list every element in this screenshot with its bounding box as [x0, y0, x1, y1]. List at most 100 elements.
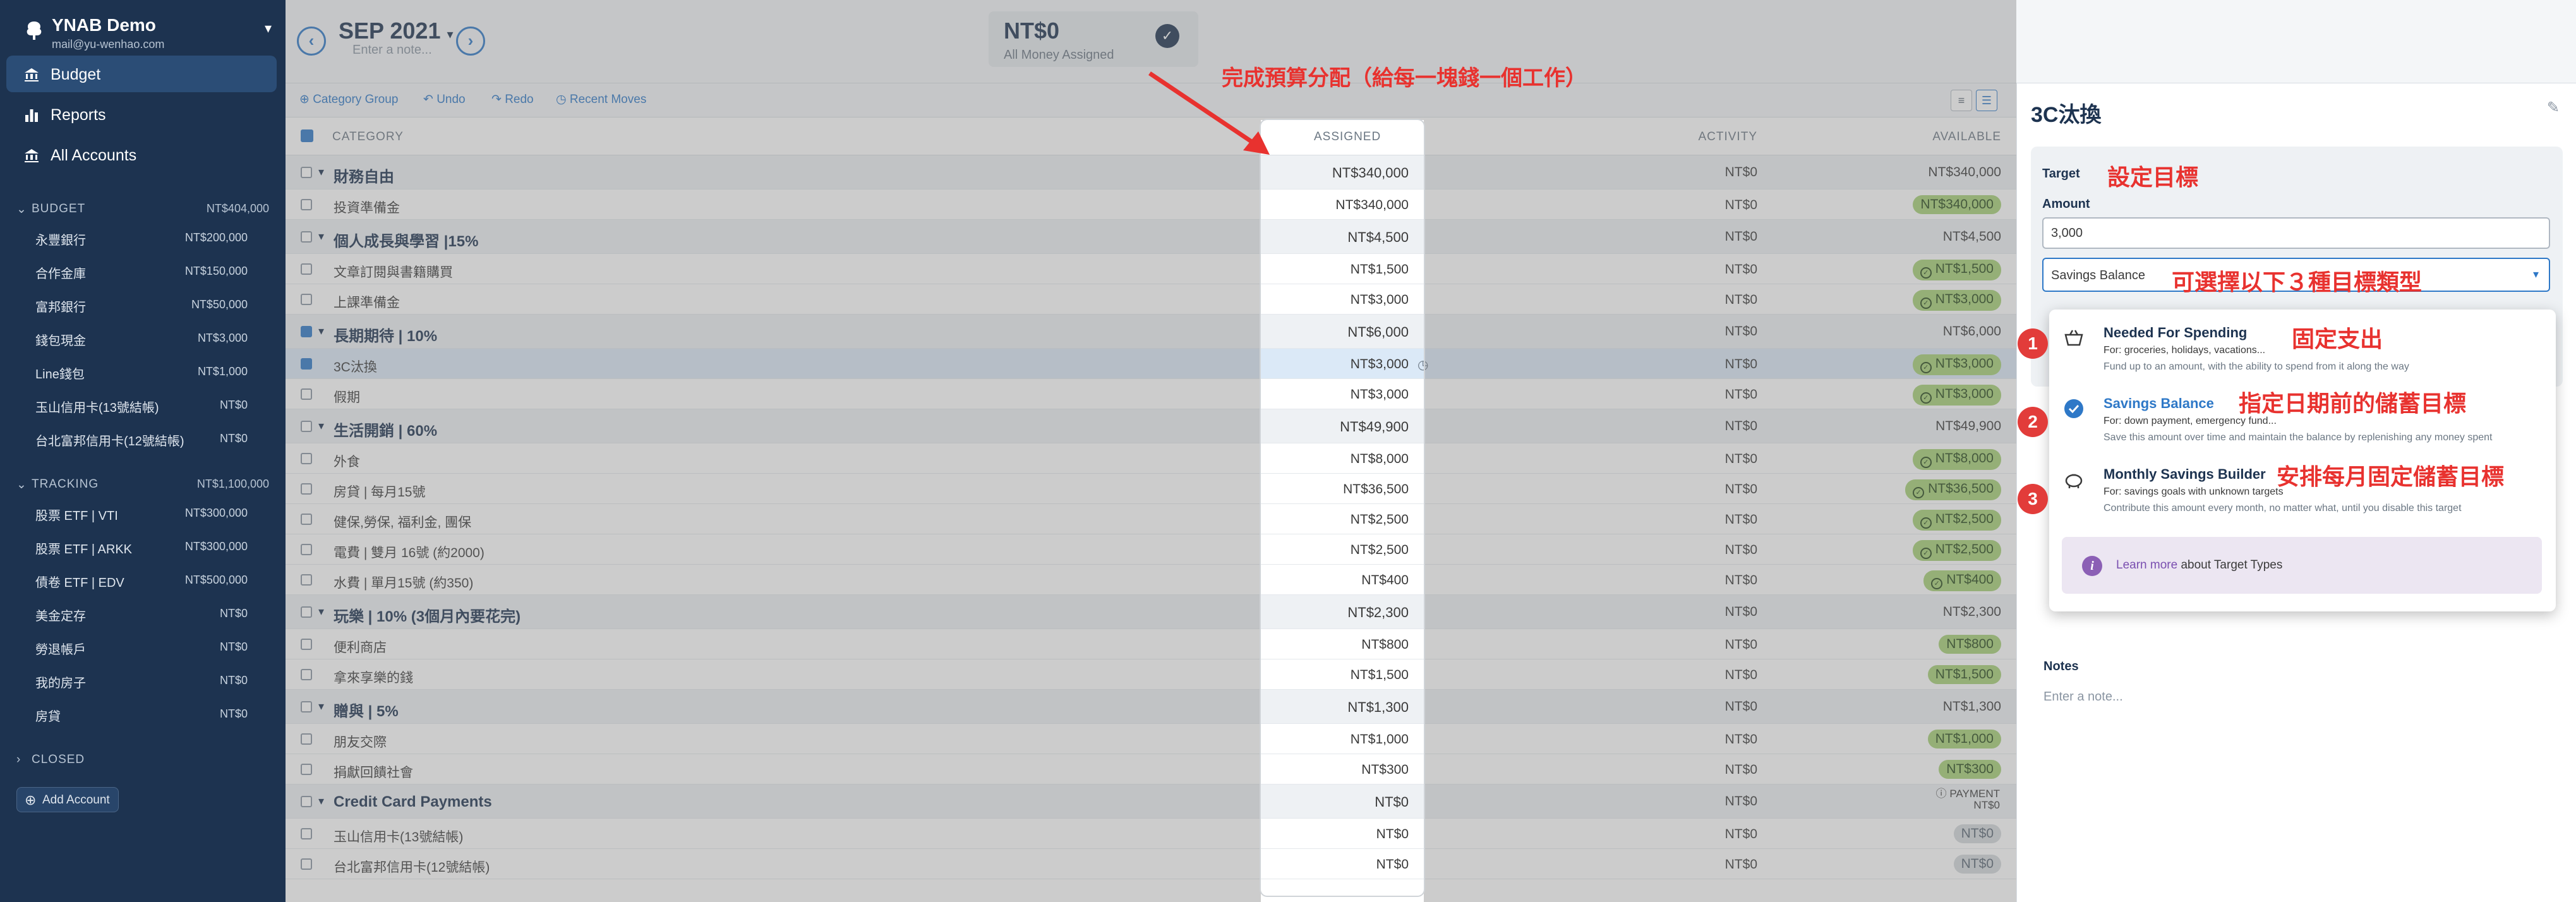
section-total: NT$404,000 [206, 202, 269, 215]
assigned-amount[interactable]: NT$6,000 [1263, 324, 1409, 340]
nav-label: Budget [51, 66, 101, 83]
tracking-section-header[interactable]: ⌄ TRACKING NT$1,100,000 [16, 478, 269, 496]
account-balance: NT$200,000 [184, 231, 248, 244]
account-item[interactable]: 錢包現金 NT$3,000 [35, 330, 248, 351]
account-name: 股票 ETF | VTI [35, 509, 118, 523]
assigned-amount[interactable]: NT$0 [1263, 857, 1409, 872]
assigned-amount[interactable]: NT$8,000 [1263, 452, 1409, 467]
add-account-button[interactable]: ⊕ Add Account [16, 787, 119, 812]
account-balance: NT$500,000 [184, 574, 248, 586]
account-balance: NT$0 [219, 640, 248, 653]
learn-more-link[interactable]: Learn more [2116, 558, 2177, 572]
account-item[interactable]: 債卷 ETF | EDV NT$500,000 [35, 572, 248, 592]
assigned-amount[interactable]: NT$1,500 [1263, 262, 1409, 277]
assigned-amount[interactable]: NT$1,000 [1263, 732, 1409, 747]
account-balance: NT$0 [219, 674, 248, 687]
pencil-icon[interactable]: ✎ [2547, 99, 2560, 117]
assigned-amount[interactable]: NT$36,500 [1263, 482, 1409, 497]
section-total: NT$1,100,000 [196, 478, 269, 490]
annotation-savings-by-date: 指定日期前的儲蓄目標 [2239, 391, 2467, 417]
assigned-amount[interactable]: NT$3,000 [1263, 357, 1409, 372]
account-item[interactable]: 勞退帳戶 NT$0 [35, 639, 248, 659]
chevron-down-icon: ⌄ [16, 203, 27, 216]
assigned-amount[interactable]: NT$340,000 [1263, 165, 1409, 181]
account-name: 富邦銀行 [35, 301, 86, 315]
option-title: Needed For Spending [2104, 325, 2248, 340]
assigned-amount[interactable]: NT$2,500 [1263, 543, 1409, 558]
account-name: 合作金庫 [35, 267, 86, 281]
target-amount-input[interactable] [2042, 217, 2550, 249]
bank-icon [25, 68, 39, 81]
assigned-amount[interactable]: NT$1,500 [1263, 668, 1409, 683]
account-name: 我的房子 [35, 676, 86, 690]
learn-more-banner: i Learn more about Target Types [2062, 537, 2542, 594]
account-item[interactable]: 台北富邦信用卡(12號結帳) NT$0 [35, 431, 248, 451]
nav-budget[interactable]: Budget [6, 56, 277, 92]
account-item[interactable]: 美金定存 NT$0 [35, 606, 248, 626]
section-title: BUDGET [32, 202, 86, 215]
account-name: 永豐銀行 [35, 234, 86, 248]
assigned-amount[interactable]: NT$400 [1263, 573, 1409, 588]
account-balance: NT$0 [219, 707, 248, 720]
assigned-amount[interactable]: NT$0 [1263, 794, 1409, 810]
add-account-label: Add Account [42, 793, 110, 807]
sidebar: YNAB Demo mail@yu-wenhao.com ▾ Budget Re… [0, 0, 286, 902]
assigned-amount[interactable]: NT$3,000 [1263, 387, 1409, 402]
nav-reports[interactable]: Reports [6, 96, 277, 133]
col-assigned: ASSIGNED [1314, 130, 1381, 143]
account-item[interactable]: 富邦銀行 NT$50,000 [35, 297, 248, 317]
assigned-amount[interactable]: NT$1,300 [1263, 699, 1409, 716]
notes-input[interactable]: Enter a note... [2043, 690, 2123, 704]
account-item[interactable]: 合作金庫 NT$150,000 [35, 263, 248, 284]
account-balance: NT$3,000 [197, 332, 248, 344]
account-item[interactable]: 房貸 NT$0 [35, 706, 248, 726]
assigned-amount[interactable]: NT$340,000 [1263, 198, 1409, 213]
option-for: For: savings goals with unknown targets [2104, 486, 2284, 497]
account-item[interactable]: 股票 ETF | ARKK NT$300,000 [35, 539, 248, 559]
annotation-fixed-spending: 固定支出 [2292, 327, 2383, 352]
assigned-amount[interactable]: NT$2,500 [1263, 512, 1409, 527]
bank-icon [25, 149, 39, 162]
assigned-amount[interactable]: NT$4,500 [1263, 229, 1409, 246]
chevron-down-icon: ⌄ [16, 478, 27, 491]
assigned-amount[interactable]: NT$3,000 [1263, 292, 1409, 308]
account-name: 美金定存 [35, 610, 86, 623]
assigned-amount[interactable]: NT$2,300 [1263, 604, 1409, 621]
option-desc: Save this amount over time and maintain … [2104, 432, 2493, 443]
tree-logo-icon [27, 21, 42, 40]
annotation-monthly-fixed: 安排每月固定儲蓄目標 [2277, 464, 2505, 490]
account-name: 債卷 ETF | EDV [35, 576, 124, 590]
assigned-amount[interactable]: NT$300 [1263, 762, 1409, 778]
dim-overlay [1261, 0, 1424, 120]
nav-label: Reports [51, 106, 106, 124]
badge-2: 2 [2018, 407, 2048, 437]
chevron-down-icon[interactable]: ▾ [265, 20, 272, 37]
account-item[interactable]: 我的房子 NT$0 [35, 673, 248, 693]
section-title: CLOSED [32, 753, 85, 766]
account-item[interactable]: 玉山信用卡(13號結帳) NT$0 [35, 397, 248, 418]
account-name: 玉山信用卡(13號結帳) [35, 401, 159, 415]
account-name: 房貸 [35, 710, 61, 724]
account-name: 錢包現金 [35, 334, 86, 348]
assigned-amount[interactable]: NT$49,900 [1263, 419, 1409, 435]
account-balance: NT$50,000 [191, 298, 248, 311]
account-item[interactable]: 永豐銀行 NT$200,000 [35, 230, 248, 250]
assigned-amount[interactable]: NT$800 [1263, 637, 1409, 652]
info-icon: i [2082, 556, 2102, 576]
account-item[interactable]: 股票 ETF | VTI NT$300,000 [35, 505, 248, 526]
budget-section-header[interactable]: ⌄ BUDGET NT$404,000 [16, 202, 269, 221]
badge-1: 1 [2018, 328, 2048, 359]
annotation-set-target: 設定目標 [2107, 165, 2199, 191]
option-for: For: groceries, holidays, vacations... [2104, 345, 2266, 356]
account-balance: NT$0 [219, 607, 248, 620]
closed-section-header[interactable]: › CLOSED [16, 753, 269, 772]
assigned-amount[interactable]: NT$0 [1263, 827, 1409, 842]
account-name: Line錢包 [35, 368, 85, 382]
account-item[interactable]: Line錢包 NT$1,000 [35, 364, 248, 384]
budget-switcher[interactable]: YNAB Demo mail@yu-wenhao.com ▾ [19, 14, 278, 52]
option-title: Monthly Savings Builder [2104, 466, 2266, 482]
account-balance: NT$0 [219, 399, 248, 411]
account-name: 勞退帳戶 [35, 643, 86, 657]
nav-all-accounts[interactable]: All Accounts [6, 136, 277, 173]
chevron-down-icon: ▾ [2532, 268, 2539, 280]
